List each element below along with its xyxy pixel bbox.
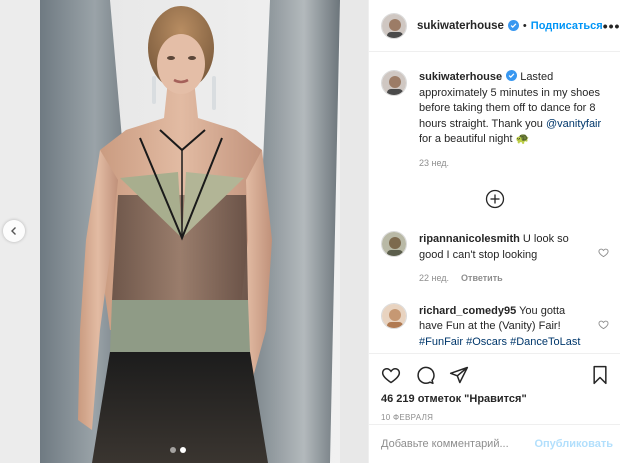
more-options-icon[interactable]: ••• [603, 18, 620, 34]
heart-icon[interactable] [381, 365, 401, 385]
caption-username[interactable]: sukiwaterhouse [419, 71, 502, 83]
verified-icon [507, 20, 519, 31]
hashtag-link[interactable]: #Oscars [466, 336, 507, 348]
share-icon[interactable] [449, 365, 469, 385]
username-link[interactable]: sukiwaterhouse [417, 20, 504, 32]
post-sidebar: sukiwaterhouse • Подписаться ••• sukiwat… [368, 0, 620, 463]
carousel-dot-active [180, 447, 186, 453]
avatar[interactable] [381, 12, 407, 39]
comment-username[interactable]: ripannanicolesmith [419, 233, 520, 245]
carousel-dot [170, 447, 176, 453]
add-comment-bar: Опубликовать [369, 424, 620, 463]
previous-photo-button[interactable] [3, 220, 25, 242]
post-photo[interactable] [0, 0, 368, 463]
like-comment-heart-icon[interactable] [598, 319, 609, 330]
avatar[interactable] [381, 231, 407, 257]
turtle-emoji: 🐢 [515, 133, 530, 145]
mention-link[interactable]: @vanityfair [546, 118, 601, 130]
comment-item: richard_comedy95 You gotta have Fun at t… [369, 293, 620, 351]
post-date[interactable]: 10 ФЕВРАЛЯ [381, 413, 609, 422]
post-image [0, 0, 368, 463]
comment-input[interactable] [381, 438, 535, 450]
carousel-indicator [170, 447, 186, 453]
comment-item: ripannanicolesmith U look so good I can'… [369, 221, 620, 287]
comment-time: 22 нед. [419, 273, 450, 283]
caption-text-end: for a beautiful night [419, 133, 516, 145]
verified-icon [506, 70, 518, 81]
reply-button[interactable]: Ответить [461, 271, 503, 287]
avatar[interactable] [381, 302, 407, 329]
avatar[interactable] [381, 70, 407, 96]
likes-count[interactable]: 46 219 отметок "Нравится" [381, 393, 609, 405]
follow-button[interactable]: Подписаться [531, 20, 603, 32]
separator-dot: • [522, 19, 527, 32]
like-comment-heart-icon[interactable] [598, 247, 609, 258]
caption: sukiwaterhouse Lasted approximately 5 mi… [369, 60, 620, 171]
hashtag-link[interactable]: #FunFair [419, 336, 463, 348]
chevron-left-icon [11, 227, 16, 235]
bookmark-icon[interactable] [591, 365, 609, 385]
caption-time: 23 нед. [419, 157, 450, 168]
post-actions: 46 219 отметок "Нравится" 10 ФЕВРАЛЯ [369, 353, 620, 422]
post-header: sukiwaterhouse • Подписаться ••• [369, 0, 620, 52]
load-more-comments-icon[interactable] [485, 189, 505, 209]
comment-icon[interactable] [415, 365, 435, 385]
hashtag-link[interactable]: #DanceToLast [510, 336, 580, 348]
publish-button[interactable]: Опубликовать [534, 438, 613, 450]
comments-list: sukiwaterhouse Lasted approximately 5 mi… [369, 60, 620, 350]
comment-username[interactable]: richard_comedy95 [419, 305, 516, 317]
